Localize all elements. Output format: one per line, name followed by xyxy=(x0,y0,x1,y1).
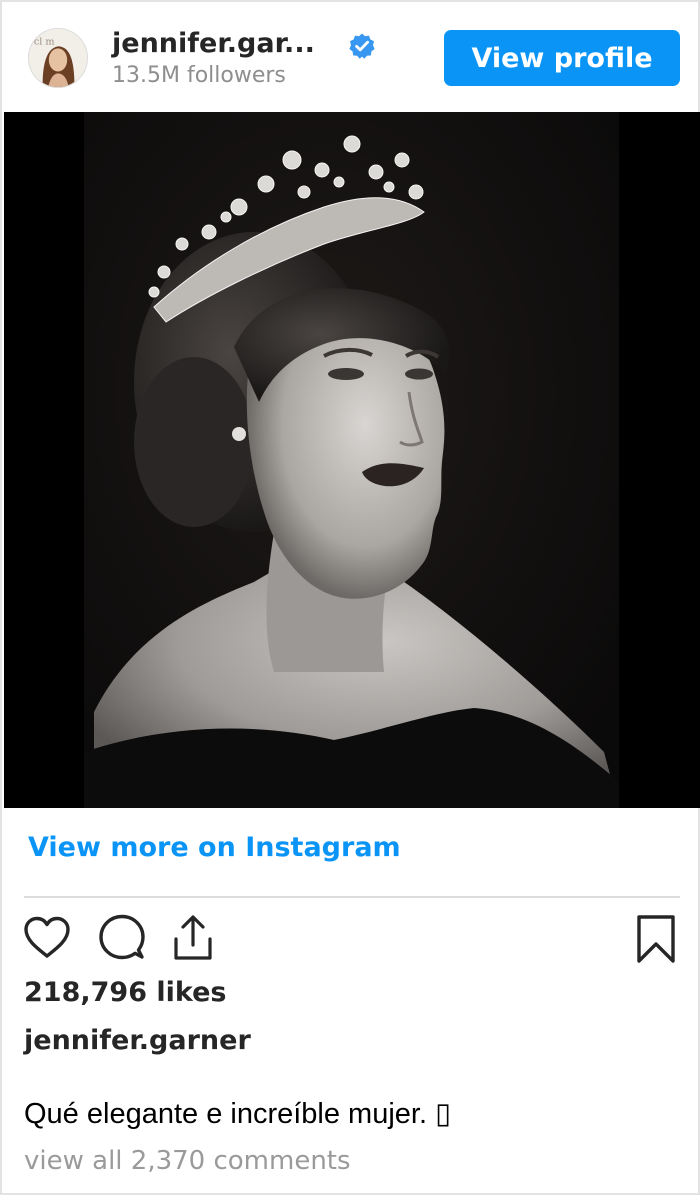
followers-count: 13.5M followers xyxy=(112,63,286,88)
verified-badge-icon xyxy=(348,32,376,60)
view-profile-button[interactable]: View profile xyxy=(444,30,680,86)
avatar-text: cl m xyxy=(34,36,55,47)
instagram-embed-card: cl m jennifer.gar... 13.5M followers Vie… xyxy=(0,0,700,1195)
caption-text: Qué elegante e increíble mujer. ▯ xyxy=(24,1098,452,1130)
view-all-comments-link[interactable]: view all 2,370 comments xyxy=(24,1146,351,1176)
caption-author[interactable]: jennifer.garner xyxy=(24,1025,251,1056)
share-icon[interactable] xyxy=(168,913,218,963)
view-more-on-instagram-link[interactable]: View more on Instagram xyxy=(28,832,401,863)
avatar-image: cl m xyxy=(29,29,87,87)
username[interactable]: jennifer.gar... xyxy=(112,28,315,59)
post-header: cl m jennifer.gar... 13.5M followers Vie… xyxy=(2,2,698,112)
likes-count[interactable]: 218,796 likes xyxy=(24,977,227,1008)
heart-icon[interactable] xyxy=(22,913,72,963)
divider xyxy=(24,896,680,898)
post-photo[interactable] xyxy=(4,112,700,808)
action-bar xyxy=(2,907,698,967)
avatar[interactable]: cl m xyxy=(28,28,88,88)
portrait-image xyxy=(4,112,700,808)
bookmark-icon[interactable] xyxy=(631,913,681,963)
comment-icon[interactable] xyxy=(97,913,147,963)
